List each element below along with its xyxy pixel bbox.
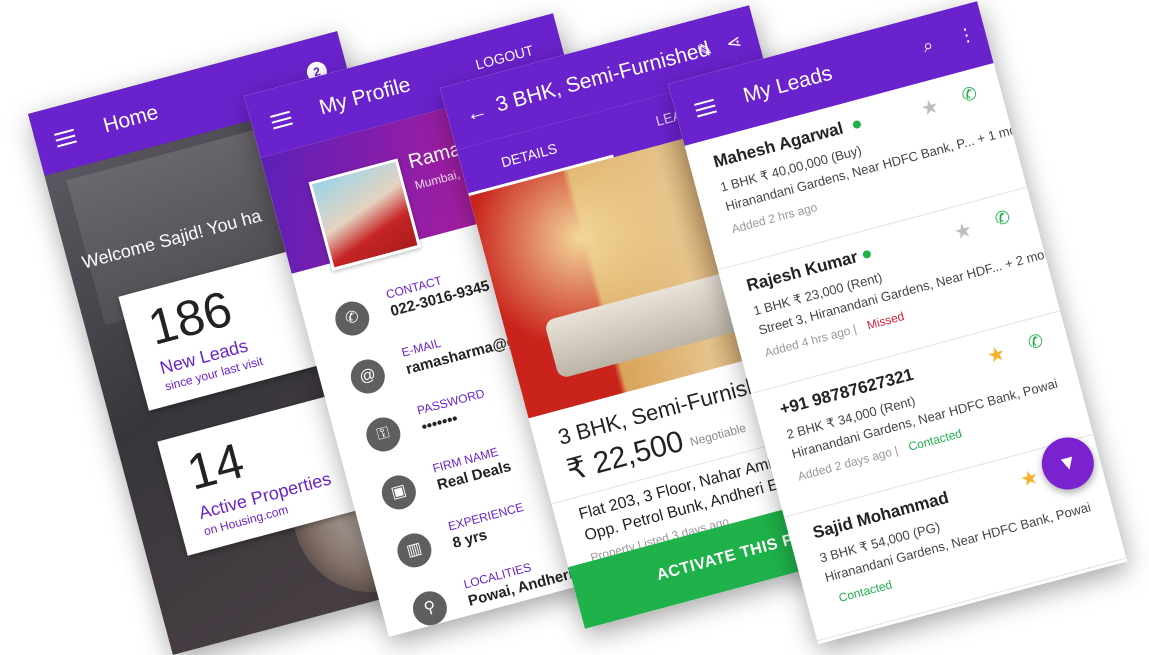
- star-icon[interactable]: ★: [1018, 464, 1042, 493]
- lock-icon: ⚿: [362, 413, 405, 456]
- phone-icon[interactable]: ✆: [993, 206, 1013, 230]
- back-arrow-icon[interactable]: ←: [463, 97, 491, 128]
- profile-title: My Profile: [316, 73, 413, 120]
- star-icon[interactable]: ★: [918, 93, 942, 122]
- status-contacted: Contacted: [837, 577, 894, 606]
- filter-icon: ▼: [1055, 450, 1081, 477]
- phone-icon: ✆: [331, 297, 374, 340]
- negotiable-label: Negotiable: [688, 420, 748, 450]
- at-icon: @: [347, 355, 389, 398]
- status-contacted: Contacted: [906, 426, 964, 454]
- chart-icon: ▥: [393, 529, 436, 572]
- star-icon[interactable]: ★: [984, 340, 1008, 369]
- online-dot: [861, 249, 872, 260]
- leads-title: My Leads: [740, 61, 835, 108]
- phone-icon[interactable]: ✆: [1026, 330, 1046, 354]
- briefcase-icon: ▣: [378, 471, 420, 514]
- star-icon[interactable]: ★: [951, 217, 975, 246]
- status-missed: Missed: [865, 309, 906, 333]
- menu-icon[interactable]: [694, 98, 717, 118]
- more-vert-icon[interactable]: ⋮: [955, 23, 978, 48]
- menu-icon[interactable]: [270, 110, 293, 130]
- lead-time: Contacted: [829, 577, 893, 607]
- tab-details[interactable]: DETAILS: [499, 140, 559, 170]
- share-icon[interactable]: ⋖: [724, 31, 744, 55]
- search-icon[interactable]: ⌕: [920, 34, 935, 57]
- online-dot: [852, 119, 862, 130]
- phone-icon[interactable]: ✆: [960, 83, 980, 107]
- location-pin-icon: ⚲: [409, 587, 451, 630]
- home-title: Home: [100, 100, 161, 138]
- field-label: EXPERIENCE: [446, 499, 525, 534]
- menu-icon[interactable]: [54, 128, 77, 148]
